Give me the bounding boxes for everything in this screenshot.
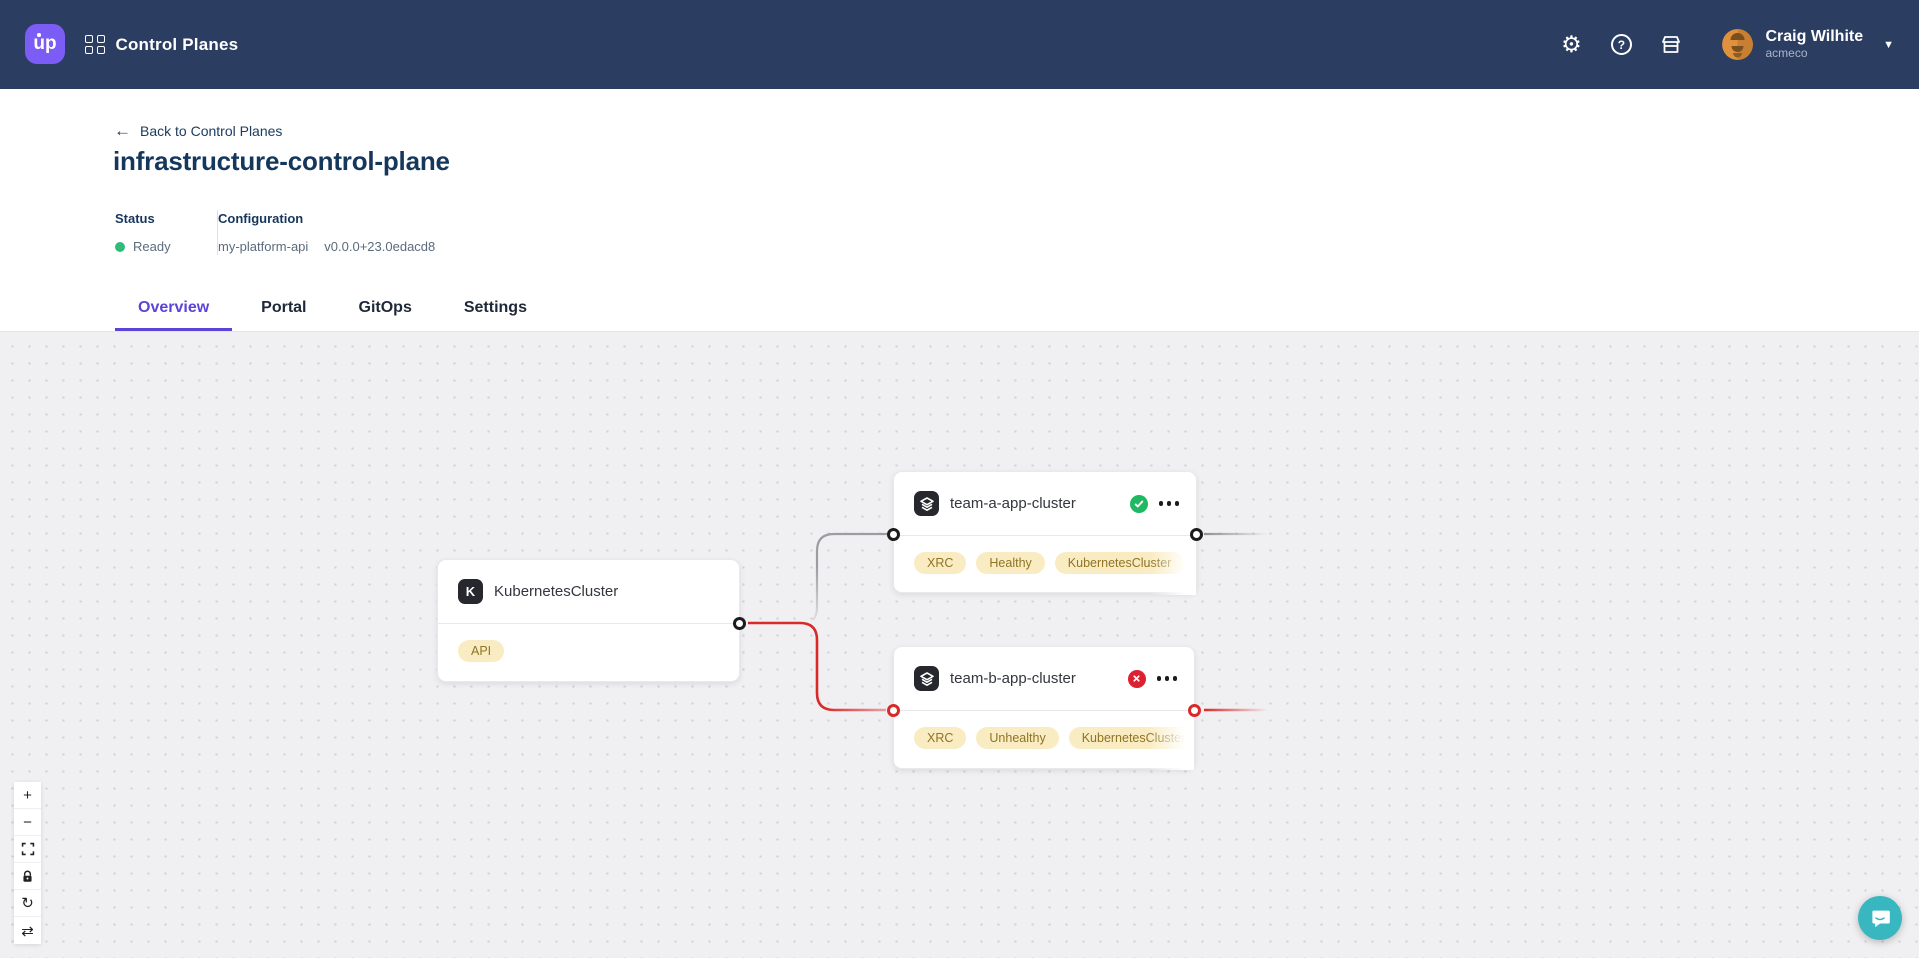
avatar: [1722, 29, 1753, 60]
tab-overview[interactable]: Overview: [115, 288, 232, 331]
top-navbar: up Control Planes ⚙ ?: [0, 0, 1919, 89]
node-output-handle[interactable]: [733, 617, 746, 630]
badge-fade: [1148, 711, 1194, 770]
configuration-name: my-platform-api: [218, 239, 308, 254]
node-title: KubernetesCluster: [494, 583, 618, 600]
chat-bubble-icon: [1869, 907, 1891, 929]
page-title: infrastructure-control-plane: [113, 146, 450, 177]
badge-unhealthy: Unhealthy: [976, 727, 1058, 749]
node-team-a-app-cluster[interactable]: team-a-app-cluster XRC Healthy Kubernete…: [893, 471, 1197, 593]
user-name: Craig Wilhite: [1765, 28, 1863, 46]
node-input-handle[interactable]: [887, 528, 900, 541]
node-output-handle[interactable]: [1188, 704, 1201, 717]
node-team-b-app-cluster[interactable]: team-b-app-cluster XRC Unhealthy Kuberne…: [893, 646, 1195, 769]
tab-portal[interactable]: Portal: [238, 288, 329, 331]
unhealthy-x-icon: [1128, 670, 1146, 688]
tab-gitops[interactable]: GitOps: [336, 288, 435, 331]
rotate-button[interactable]: ↻: [14, 890, 41, 917]
badge-healthy: Healthy: [976, 552, 1044, 574]
user-org: acmeco: [1765, 47, 1863, 61]
fit-view-button[interactable]: [14, 836, 41, 863]
apps-grid-icon: [85, 35, 105, 55]
back-arrow-icon: ←: [114, 122, 131, 139]
node-menu-button[interactable]: [1159, 497, 1180, 510]
fit-view-icon: [21, 842, 35, 856]
node-title: team-b-app-cluster: [950, 670, 1076, 687]
rotate-icon: ↻: [21, 894, 34, 912]
layers-icon: [914, 491, 939, 516]
sync-icon: ⇄: [21, 922, 34, 940]
healthy-check-icon: [1130, 495, 1148, 513]
app-switcher[interactable]: Control Planes: [85, 0, 238, 89]
configuration-label: Configuration: [218, 211, 435, 226]
chevron-down-icon: ▼: [1883, 39, 1894, 51]
tab-settings[interactable]: Settings: [441, 288, 550, 331]
lock-button[interactable]: [14, 863, 41, 890]
node-kubernetescluster[interactable]: K KubernetesCluster API: [437, 559, 740, 682]
canvas-controls: + − ↻ ⇄: [14, 782, 41, 944]
status-label: Status: [115, 211, 171, 226]
user-menu[interactable]: Craig Wilhite acmeco ▼: [1722, 28, 1894, 60]
app-title: Control Planes: [116, 35, 239, 55]
status-ready-dot: [115, 242, 125, 252]
badge-xrc: XRC: [914, 552, 966, 574]
graph-canvas[interactable]: K KubernetesCluster API team-a-app-clust…: [0, 331, 1919, 958]
configuration-block: Configuration my-platform-api v0.0.0+23.…: [218, 211, 435, 254]
node-title: team-a-app-cluster: [950, 495, 1076, 512]
back-to-control-planes-link[interactable]: ← Back to Control Planes: [114, 122, 282, 139]
upbound-logo[interactable]: up: [25, 24, 65, 64]
zoom-out-button[interactable]: −: [14, 809, 41, 836]
marketplace-icon[interactable]: [1658, 32, 1684, 58]
configuration-version: v0.0.0+23.0edacd8: [324, 239, 435, 254]
node-input-handle[interactable]: [887, 704, 900, 717]
kubernetes-k-icon: K: [458, 579, 483, 604]
node-output-handle[interactable]: [1190, 528, 1203, 541]
node-menu-button[interactable]: [1157, 672, 1178, 685]
tab-bar: Overview Portal GitOps Settings: [115, 288, 556, 331]
settings-gear-icon[interactable]: ⚙: [1558, 32, 1584, 58]
badge-api: API: [458, 640, 504, 662]
status-block: Status Ready: [115, 211, 171, 254]
status-value: Ready: [133, 239, 171, 254]
sync-button[interactable]: ⇄: [14, 917, 41, 944]
layers-icon: [914, 666, 939, 691]
zoom-in-button[interactable]: +: [14, 782, 41, 809]
help-icon[interactable]: ?: [1608, 32, 1634, 58]
logo-dot: [37, 33, 41, 37]
chat-launcher-button[interactable]: [1858, 896, 1902, 940]
badge-fade: [1150, 536, 1196, 595]
lock-icon: [21, 870, 34, 883]
badge-xrc: XRC: [914, 727, 966, 749]
